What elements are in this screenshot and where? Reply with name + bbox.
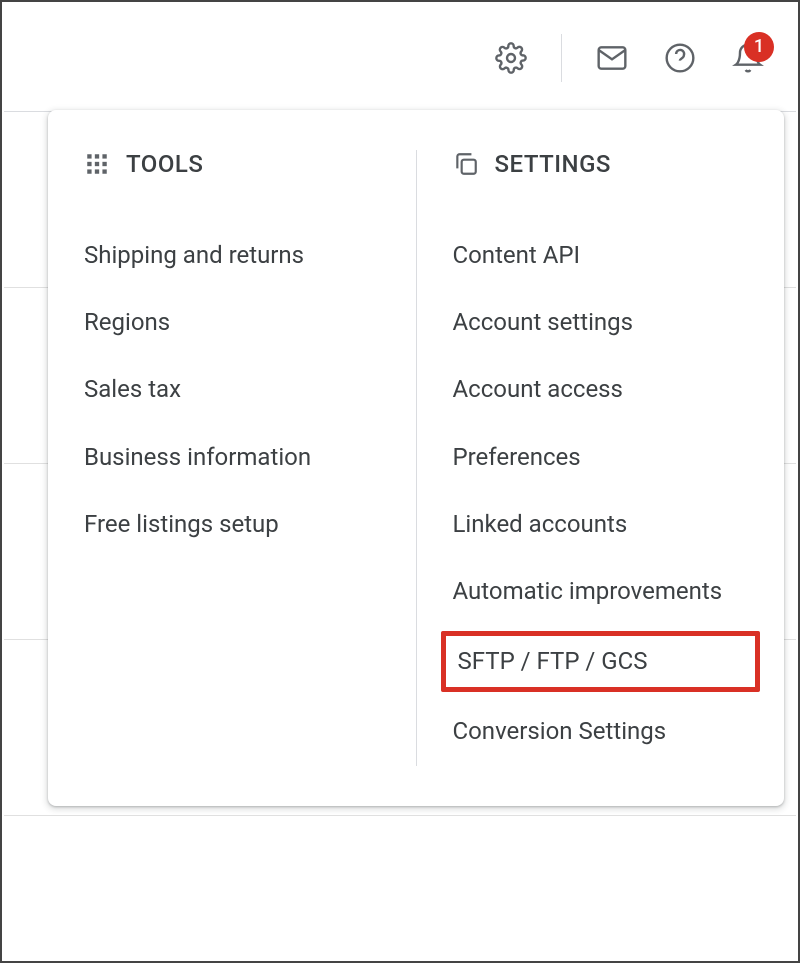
notification-badge: 1 xyxy=(744,32,774,62)
menu-item-sales-tax[interactable]: Sales tax xyxy=(84,356,380,423)
header-divider xyxy=(561,34,562,82)
bell-icon[interactable]: 1 xyxy=(730,40,766,76)
settings-title: SETTINGS xyxy=(495,150,611,178)
menu-item-business-information[interactable]: Business information xyxy=(84,424,380,491)
help-icon[interactable] xyxy=(662,40,698,76)
grid-icon xyxy=(84,151,110,177)
copy-icon xyxy=(453,151,479,177)
settings-header: SETTINGS xyxy=(453,150,749,178)
dropdown-panel: TOOLS Shipping and returns Regions Sales… xyxy=(48,110,784,806)
menu-item-account-access[interactable]: Account access xyxy=(453,356,749,423)
gear-icon[interactable] xyxy=(493,40,529,76)
menu-item-account-settings[interactable]: Account settings xyxy=(453,289,749,356)
mail-icon[interactable] xyxy=(594,40,630,76)
menu-item-conversion-settings[interactable]: Conversion Settings xyxy=(453,698,749,765)
menu-item-preferences[interactable]: Preferences xyxy=(453,424,749,491)
menu-item-linked-accounts[interactable]: Linked accounts xyxy=(453,491,749,558)
menu-item-content-api[interactable]: Content API xyxy=(453,222,749,289)
header-bar: 1 xyxy=(4,4,796,112)
tools-title: TOOLS xyxy=(126,150,203,178)
menu-item-regions[interactable]: Regions xyxy=(84,289,380,356)
menu-item-shipping-returns[interactable]: Shipping and returns xyxy=(84,222,380,289)
menu-item-automatic-improvements[interactable]: Automatic improvements xyxy=(453,558,749,625)
tools-column: TOOLS Shipping and returns Regions Sales… xyxy=(48,150,417,766)
tools-header: TOOLS xyxy=(84,150,380,178)
settings-column: SETTINGS Content API Account settings Ac… xyxy=(417,150,785,766)
menu-item-sftp-ftp-gcs[interactable]: SFTP / FTP / GCS xyxy=(441,631,761,692)
menu-item-free-listings-setup[interactable]: Free listings setup xyxy=(84,491,380,558)
